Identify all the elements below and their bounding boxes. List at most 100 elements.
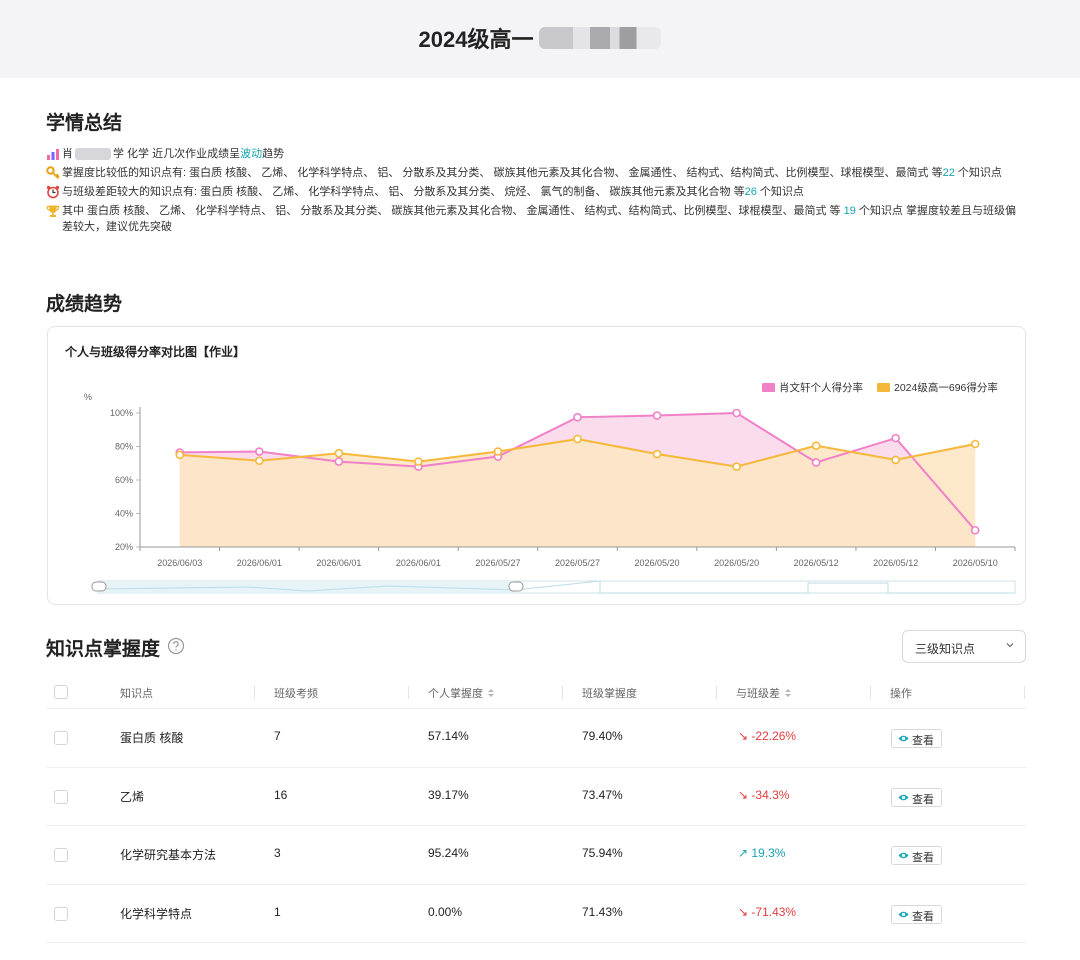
arrow-down-icon: ↘ xyxy=(738,787,749,802)
summary-section-title: 学情总结 xyxy=(46,113,123,134)
trend-section-title: 成绩趋势 xyxy=(46,294,123,315)
cell-diff-value: -34.3% xyxy=(751,787,790,802)
summary-trend-suffix: 趋势 xyxy=(262,148,285,160)
view-button[interactable]: 查看 xyxy=(891,787,942,807)
x-tick-label: 2026/05/27 xyxy=(555,558,600,568)
view-button[interactable]: 查看 xyxy=(891,846,942,865)
legend-label-personal: 肖文轩个人得分率 xyxy=(779,381,863,394)
summary-low-mastery-text: 掌握度比较低的知识点有: 蛋白质 核酸、 乙烯、 化学科学特点、 铝、 分散系及… xyxy=(62,167,943,179)
summary-list: 肖 学 化学 近几次作业成绩呈波动趋势 掌握度比较低的知识点有: 蛋白质 核酸、 … xyxy=(46,146,1026,238)
data-point-personal xyxy=(573,412,582,422)
row-checkbox[interactable] xyxy=(54,906,68,921)
cell-name: 化学研究基本方法 xyxy=(120,848,217,862)
bar-chart-icon xyxy=(47,149,59,160)
column-divider xyxy=(870,686,871,699)
zoom-handle-right[interactable] xyxy=(508,581,524,592)
sort-icon[interactable] xyxy=(487,688,495,698)
x-tick-label: 2026/05/10 xyxy=(953,558,998,568)
legend-swatch-class xyxy=(877,383,890,392)
data-point-class xyxy=(334,448,344,458)
data-point-personal xyxy=(652,411,662,420)
column-divider xyxy=(408,686,409,699)
help-circle-icon[interactable] xyxy=(167,637,185,655)
view-button[interactable]: 查看 xyxy=(891,729,942,748)
cell-diff-value: -22.26% xyxy=(751,729,797,743)
zoom-handle-left[interactable] xyxy=(91,581,107,592)
trend-chart-card: 个人与班级得分率对比图【作业】 % 100% 80% 60% 40% 20% 2026/06… xyxy=(47,326,1026,605)
cell-freq: 3 xyxy=(274,846,281,860)
table-row: 乙烯 16 39.17% 73.47% ↘ -34.3% 查看 xyxy=(47,768,1026,826)
data-point-class xyxy=(414,457,423,466)
row-checkbox[interactable] xyxy=(54,731,68,745)
view-button-label: 查看 xyxy=(912,852,934,864)
row-checkbox[interactable] xyxy=(54,789,68,804)
cell-personal: 95.24% xyxy=(428,846,469,860)
cell-personal: 0.00% xyxy=(428,904,463,919)
view-button-label: 查看 xyxy=(912,793,934,806)
cell-diff: ↘ -34.3% xyxy=(738,788,789,802)
x-tick-label: 2026/05/27 xyxy=(475,558,520,568)
legend-swatch-personal xyxy=(762,383,775,392)
trophy-icon xyxy=(46,205,60,217)
summary-low-mastery-count: 22 xyxy=(942,167,955,179)
summary-priority-count: 19 xyxy=(843,205,856,217)
cell-freq: 1 xyxy=(274,904,281,919)
x-tick-label: 2026/06/03 xyxy=(157,558,202,568)
summary-trend-text: 学 化学 近几次作业成绩呈 xyxy=(113,148,241,160)
view-button[interactable]: 查看 xyxy=(891,904,942,924)
select-all-checkbox[interactable] xyxy=(54,685,68,699)
col-header-diff[interactable]: 与班级差 xyxy=(736,685,792,701)
table-row: 化学研究基本方法 3 95.24% 75.94% ↗ 19.3% 查看 xyxy=(47,826,1026,885)
x-tick-label: 2026/05/20 xyxy=(635,558,680,568)
x-tick-label: 2026/05/12 xyxy=(794,558,839,568)
col-header-personal[interactable]: 个人掌握度 xyxy=(428,685,495,701)
sort-icon[interactable] xyxy=(784,688,792,698)
col-header-freq: 班级考频 xyxy=(274,688,318,700)
table-header: 知识点 班级考频 个人掌握度 班级掌握度 与班级差 操作 xyxy=(47,676,1026,709)
data-point-personal xyxy=(970,525,980,535)
cell-personal: 57.14% xyxy=(428,729,469,743)
eye-icon xyxy=(898,911,909,917)
knowledge-level-select[interactable]: 三级知识点 xyxy=(902,630,1026,663)
cell-diff-value: 19.3% xyxy=(751,846,786,860)
data-point-class xyxy=(255,456,264,466)
arrow-down-icon: ↘ xyxy=(738,904,749,919)
data-point-class xyxy=(652,449,662,459)
x-tick-label: 2026/05/20 xyxy=(714,558,759,568)
y-tick-label: 40% xyxy=(115,509,133,519)
col-header-class: 班级掌握度 xyxy=(582,688,637,700)
cell-class: 75.94% xyxy=(582,846,623,860)
eye-icon xyxy=(898,852,909,859)
data-point-class xyxy=(493,447,503,456)
cell-freq: 16 xyxy=(274,787,288,802)
x-tick-label: 2026/06/01 xyxy=(316,558,361,568)
summary-gap-count: 26 xyxy=(744,186,757,198)
y-tick-label: 80% xyxy=(115,442,133,452)
data-point-personal xyxy=(334,457,344,466)
row-checkbox[interactable] xyxy=(54,848,68,862)
data-point-class xyxy=(970,439,980,449)
cell-diff-value: -71.43% xyxy=(751,904,797,919)
trend-chart: % 100% 80% 60% 40% 20% 2026/06/03 2026/06/01 202… xyxy=(84,381,1016,594)
cell-name: 乙烯 xyxy=(120,789,145,804)
summary-priority-text: 其中 蛋白质 核酸、 乙烯、 化学科学特点、 铝、 分散系及其分类、 碳族其他元… xyxy=(62,205,841,217)
x-tick-label: 2026/06/01 xyxy=(237,558,282,568)
knowledge-section-title: 知识点掌握度 xyxy=(46,639,161,660)
cell-class: 79.40% xyxy=(582,729,623,743)
x-tick-label: 2026/05/12 xyxy=(873,558,918,568)
data-point-personal xyxy=(255,447,264,456)
page-title-wrap: 2024级高一 xyxy=(0,22,1080,54)
column-divider xyxy=(716,686,717,699)
col-header-diff-label: 与班级差 xyxy=(736,688,780,700)
cell-diff: ↗ 19.3% xyxy=(738,846,785,860)
cell-name: 蛋白质 核酸 xyxy=(120,731,184,745)
cell-diff: ↘ -71.43% xyxy=(738,905,796,919)
data-point-class xyxy=(811,441,821,450)
summary-gap-line: 与班级差距较大的知识点有: 蛋白质 核酸、 乙烯、 化学科学特点、 铝、 分散系… xyxy=(46,184,1026,200)
data-point-personal xyxy=(891,433,900,443)
legend-label-class: 2024级高一696得分率 xyxy=(894,381,998,394)
data-point-class xyxy=(175,450,185,460)
summary-trend-line: 肖 学 化学 近几次作业成绩呈波动趋势 xyxy=(46,146,1026,162)
redacted-class-name xyxy=(539,27,662,49)
summary-gap-text: 与班级差距较大的知识点有: 蛋白质 核酸、 乙烯、 化学科学特点、 铝、 分散系… xyxy=(62,186,745,198)
